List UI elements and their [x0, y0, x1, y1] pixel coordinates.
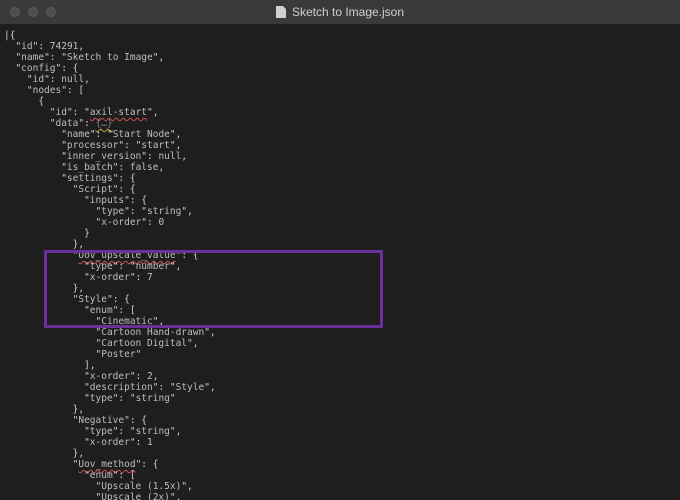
window-titlebar: Sketch to Image.json [0, 0, 680, 24]
window-title: Sketch to Image.json [0, 0, 680, 24]
window-title-text: Sketch to Image.json [292, 5, 404, 19]
code-editor[interactable]: |{ "id": 74291, "name": "Sketch to Image… [0, 24, 680, 500]
traffic-lights [0, 7, 56, 17]
maximize-icon[interactable] [46, 7, 56, 17]
minimize-icon[interactable] [28, 7, 38, 17]
close-icon[interactable] [10, 7, 20, 17]
document-icon [276, 6, 286, 18]
json-content: |{ "id": 74291, "name": "Sketch to Image… [0, 24, 680, 500]
